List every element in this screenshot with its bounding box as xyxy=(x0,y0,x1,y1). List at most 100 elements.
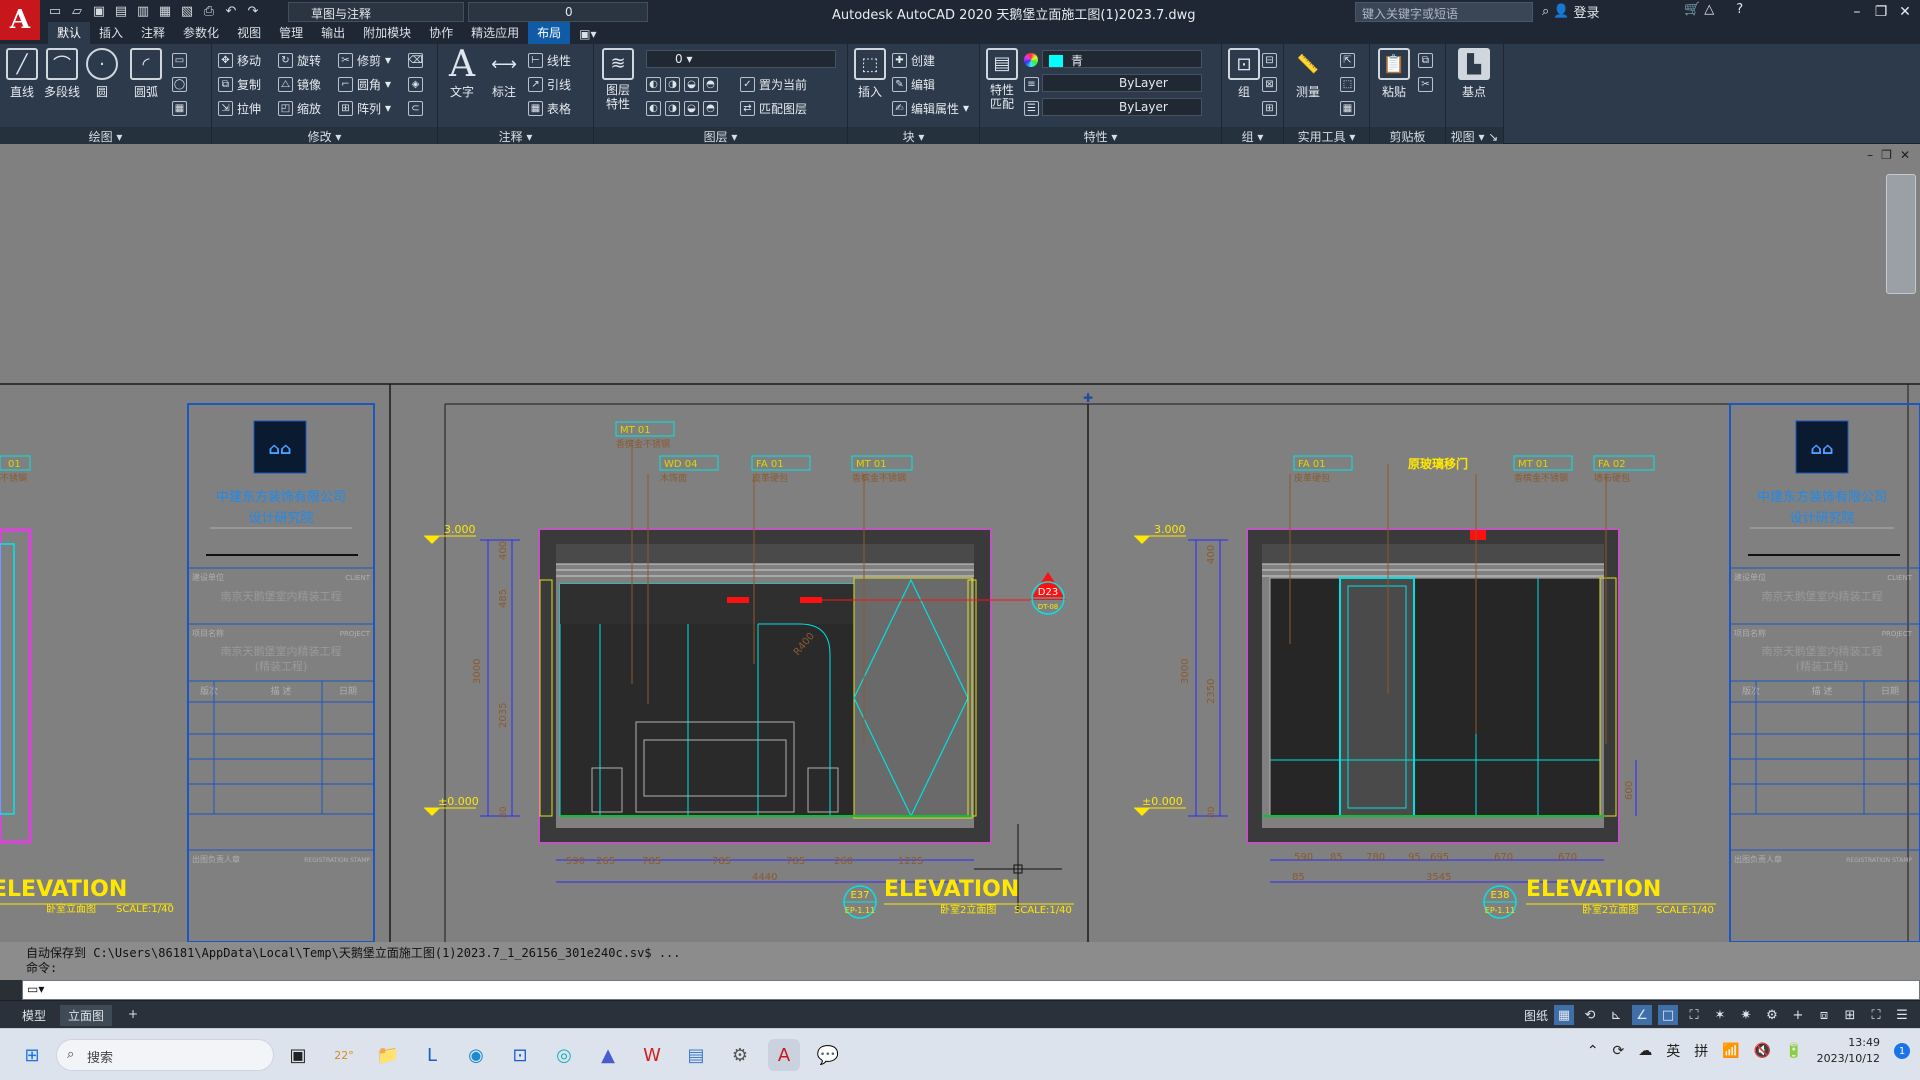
circle-tool[interactable]: · 圆 xyxy=(82,48,122,100)
publish-icon[interactable]: ▥ xyxy=(134,2,152,20)
arc-tool[interactable]: ◜ 圆弧 xyxy=(126,48,166,100)
viewport-close-icon[interactable]: ✕ xyxy=(1900,148,1910,162)
layer-tools-row1[interactable]: ◐ ◑ ◒ ◓ xyxy=(646,74,718,94)
save-as-icon[interactable]: ▤ xyxy=(112,2,130,20)
base-view-tool[interactable]: ▙ 基点 xyxy=(1454,48,1494,100)
fillet-tool[interactable]: ⌐ 圆角 ▾ xyxy=(338,74,391,94)
minimize-button[interactable]: – xyxy=(1844,0,1870,24)
rotate-tool[interactable]: ↻ 旋转 xyxy=(278,50,321,70)
print-icon[interactable]: ⎙ xyxy=(200,2,218,20)
lineweight-dropdown[interactable]: ByLayer xyxy=(1042,98,1202,116)
cloud-icon[interactable]: ☁ xyxy=(1638,1043,1652,1059)
copy-tool[interactable]: ⧉ 复制 xyxy=(218,74,261,94)
table-tool[interactable]: ▦ 表格 xyxy=(528,98,571,118)
customization-icon[interactable]: ☰ xyxy=(1892,1005,1912,1025)
array-tool[interactable]: ⊞ 阵列 ▾ xyxy=(338,98,391,118)
tab-default[interactable]: 默认 xyxy=(48,22,91,44)
ellipse-tool[interactable]: ◯ xyxy=(172,74,187,94)
user-icon[interactable]: 👤 xyxy=(1553,4,1569,19)
color-picker-icon[interactable] xyxy=(1024,50,1038,70)
monitor-app-icon[interactable]: ▤ xyxy=(680,1039,712,1071)
insert-block-tool[interactable]: ⬚ 插入 xyxy=(850,48,890,100)
share-icon[interactable]: △ xyxy=(1704,2,1714,17)
tab-model[interactable]: 模型 xyxy=(14,1005,54,1026)
osnap-icon[interactable]: □ xyxy=(1658,1005,1678,1025)
quick-select-tool[interactable]: ⇱ xyxy=(1340,50,1355,70)
tab-output[interactable]: 输出 xyxy=(312,22,354,44)
app-icon-2[interactable]: ▲ xyxy=(592,1039,624,1071)
command-input[interactable]: ▭▾ xyxy=(22,980,1920,1000)
hardware-accel-icon[interactable]: ⊞ xyxy=(1840,1005,1860,1025)
drawing-canvas[interactable]: ✚ 01 不锈钢 ELEVATION 卧室立面图 SCALE:1/40 ⌂⌂ 中… xyxy=(0,144,1920,942)
line-tool[interactable]: ╱ 直线 xyxy=(2,48,42,100)
edit-block-tool[interactable]: ✎ 编辑 xyxy=(892,74,935,94)
panel-title-view[interactable]: 视图 ▾ ↘ xyxy=(1446,127,1503,144)
group-select-tool[interactable]: ⊞ xyxy=(1262,98,1277,118)
wps-icon[interactable]: W xyxy=(636,1039,668,1071)
navigation-bar[interactable] xyxy=(1886,174,1916,294)
group-tool[interactable]: ⊡ 组 xyxy=(1224,48,1264,100)
dimension-tool[interactable]: ⟷ 标注 xyxy=(484,48,524,100)
grid-icon[interactable]: ▦ xyxy=(1554,1005,1574,1025)
plus-icon[interactable]: + xyxy=(1788,1005,1808,1025)
login-link[interactable]: 登录 xyxy=(1573,2,1599,21)
offset-tool[interactable]: ⊂ xyxy=(408,98,423,118)
workspace-select[interactable]: 草图与注释 xyxy=(288,2,464,22)
text-tool[interactable]: A 文字 xyxy=(442,44,482,100)
auto-scale-icon[interactable]: ✷ xyxy=(1736,1005,1756,1025)
wechat-icon[interactable]: 💬 xyxy=(812,1039,844,1071)
drawing-viewport[interactable]: ✚ 01 不锈钢 ELEVATION 卧室立面图 SCALE:1/40 ⌂⌂ 中… xyxy=(0,144,1920,942)
cart-icon[interactable]: 🛒 xyxy=(1684,2,1700,17)
mirror-tool[interactable]: ⧍ 镜像 xyxy=(278,74,321,94)
measure-tool[interactable]: 📏 测量 xyxy=(1288,48,1328,100)
weather-widget[interactable]: 22° xyxy=(328,1039,360,1071)
match-properties-tool[interactable]: ▤ 特性 匹配 xyxy=(982,48,1022,111)
layer-quick-select[interactable]: 0 xyxy=(468,2,648,22)
group-edit-tool[interactable]: ⊠ xyxy=(1262,74,1277,94)
color-dropdown[interactable]: 青 xyxy=(1042,50,1202,68)
hatch-tool[interactable]: ▦ xyxy=(172,98,187,118)
panel-title-modify[interactable]: 修改 ▾ xyxy=(212,127,437,144)
scale-tool[interactable]: ◰ 缩放 xyxy=(278,98,321,118)
tab-layout[interactable]: 布局 xyxy=(528,22,571,44)
windows-start-icon[interactable]: ⊞ xyxy=(16,1039,48,1071)
battery-icon[interactable]: 🔋 xyxy=(1785,1043,1802,1059)
polar-icon[interactable]: ∠ xyxy=(1632,1005,1652,1025)
viewport-minimize-icon[interactable]: – xyxy=(1867,148,1873,162)
task-view-icon[interactable]: ▣ xyxy=(282,1039,314,1071)
tab-parametric[interactable]: 参数化 xyxy=(174,22,228,44)
autocad-app-icon[interactable]: A xyxy=(0,0,40,40)
tab-addins[interactable]: 附加模块 xyxy=(354,22,420,44)
taskbar-search[interactable]: ⌕ 搜索 xyxy=(56,1039,274,1071)
ime-mode[interactable]: 拼 xyxy=(1694,1041,1708,1061)
tab-insert[interactable]: 插入 xyxy=(90,22,132,44)
linetype-dropdown[interactable]: ByLayer xyxy=(1042,74,1202,92)
select-all-tool[interactable]: ⬚ xyxy=(1340,74,1355,94)
add-layout-icon[interactable]: + xyxy=(120,1005,146,1023)
linear-dim-tool[interactable]: ⊢ 线性 xyxy=(528,50,571,70)
create-block-tool[interactable]: ✚ 创建 xyxy=(892,50,935,70)
panel-title-layers[interactable]: 图层 ▾ xyxy=(594,127,847,144)
viewport-restore-icon[interactable]: ❐ xyxy=(1881,148,1892,162)
annotation-visibility-icon[interactable]: ⛶ xyxy=(1684,1005,1704,1025)
help-search-input[interactable]: 键入关键字或短语 xyxy=(1355,2,1533,22)
close-button[interactable]: ✕ xyxy=(1892,0,1918,24)
ungroup-tool[interactable]: ⊟ xyxy=(1262,50,1277,70)
erase-tool[interactable]: ⌫ xyxy=(408,50,423,70)
panel-title-properties[interactable]: 特性 ▾ xyxy=(980,127,1221,144)
file-explorer-icon[interactable]: 📁 xyxy=(372,1039,404,1071)
stretch-tool[interactable]: ⇲ 拉伸 xyxy=(218,98,261,118)
calculator-tool[interactable]: ▦ xyxy=(1340,98,1355,118)
match-layer-tool[interactable]: ⇄ 匹配图层 xyxy=(740,98,807,118)
redo-icon[interactable]: ↷ xyxy=(244,2,262,20)
panel-title-draw[interactable]: 绘图 ▾ xyxy=(0,127,211,144)
tab-manage[interactable]: 管理 xyxy=(270,22,312,44)
panel-title-block[interactable]: 块 ▾ xyxy=(848,127,979,144)
polyline-tool[interactable]: ⌒ 多段线 xyxy=(42,48,82,100)
binoculars-icon[interactable]: ⌕ xyxy=(1542,4,1549,19)
tab-collaborate[interactable]: 协作 xyxy=(420,22,462,44)
autocad-taskbar-icon[interactable]: A xyxy=(768,1039,800,1071)
save-icon[interactable]: ▣ xyxy=(90,2,108,20)
store-icon[interactable]: ⊡ xyxy=(504,1039,536,1071)
open-file-icon[interactable]: ▱ xyxy=(68,2,86,20)
